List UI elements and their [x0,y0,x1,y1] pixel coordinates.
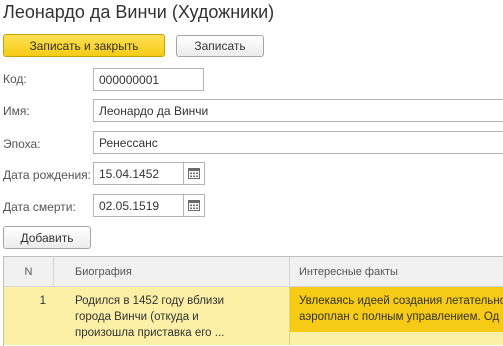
biography-table: N Биография Интересные факты 1 Родился в… [3,256,503,346]
save-button[interactable]: Записать [176,35,264,57]
death-date-calendar-button[interactable] [184,194,205,217]
birth-date-field[interactable]: 15.04.1452 [93,162,184,185]
name-label: Имя: [3,104,30,118]
birth-date-label: Дата рождения: [3,168,91,182]
column-header-n[interactable]: N [4,257,54,287]
facts-cell[interactable]: Увлекаясь идеей создания летательно аэро… [290,287,503,332]
biography-line: города Винчи (откуда и [75,311,199,323]
add-row-button[interactable]: Добавить [3,226,91,249]
biography-line: произошла приставка его ... [75,327,225,339]
facts-line: Увлекаясь идеей создания летательно [299,295,503,307]
column-header-biography[interactable]: Биография [54,257,290,287]
calendar-icon [188,200,200,211]
code-field[interactable]: 000000001 [93,68,204,91]
code-label: Код: [3,72,27,86]
epoch-field[interactable]: Ренессанс [93,131,503,154]
column-header-facts[interactable]: Интересные факты [290,257,503,287]
row-number: 1 [39,295,46,307]
table-row[interactable]: 1 Родился в 1452 году вблизи города Винч… [4,287,503,345]
epoch-label: Эпоха: [3,137,41,151]
birth-date-calendar-button[interactable] [184,162,205,185]
page-title: Леонардо да Винчи (Художники) [3,2,275,22]
biography-line: Родился в 1452 году вблизи [75,295,225,307]
facts-line: аэроплан с полным управлением. Од [299,311,500,323]
death-date-field[interactable]: 02.05.1519 [93,194,184,217]
calendar-icon [188,168,200,179]
name-field[interactable]: Леонардо да Винчи [93,99,503,122]
biography-cell[interactable]: Родился в 1452 году вблизи города Винчи … [54,287,290,345]
death-date-label: Дата смерти: [3,200,76,214]
save-and-close-button[interactable]: Записать и закрыть [3,34,165,57]
